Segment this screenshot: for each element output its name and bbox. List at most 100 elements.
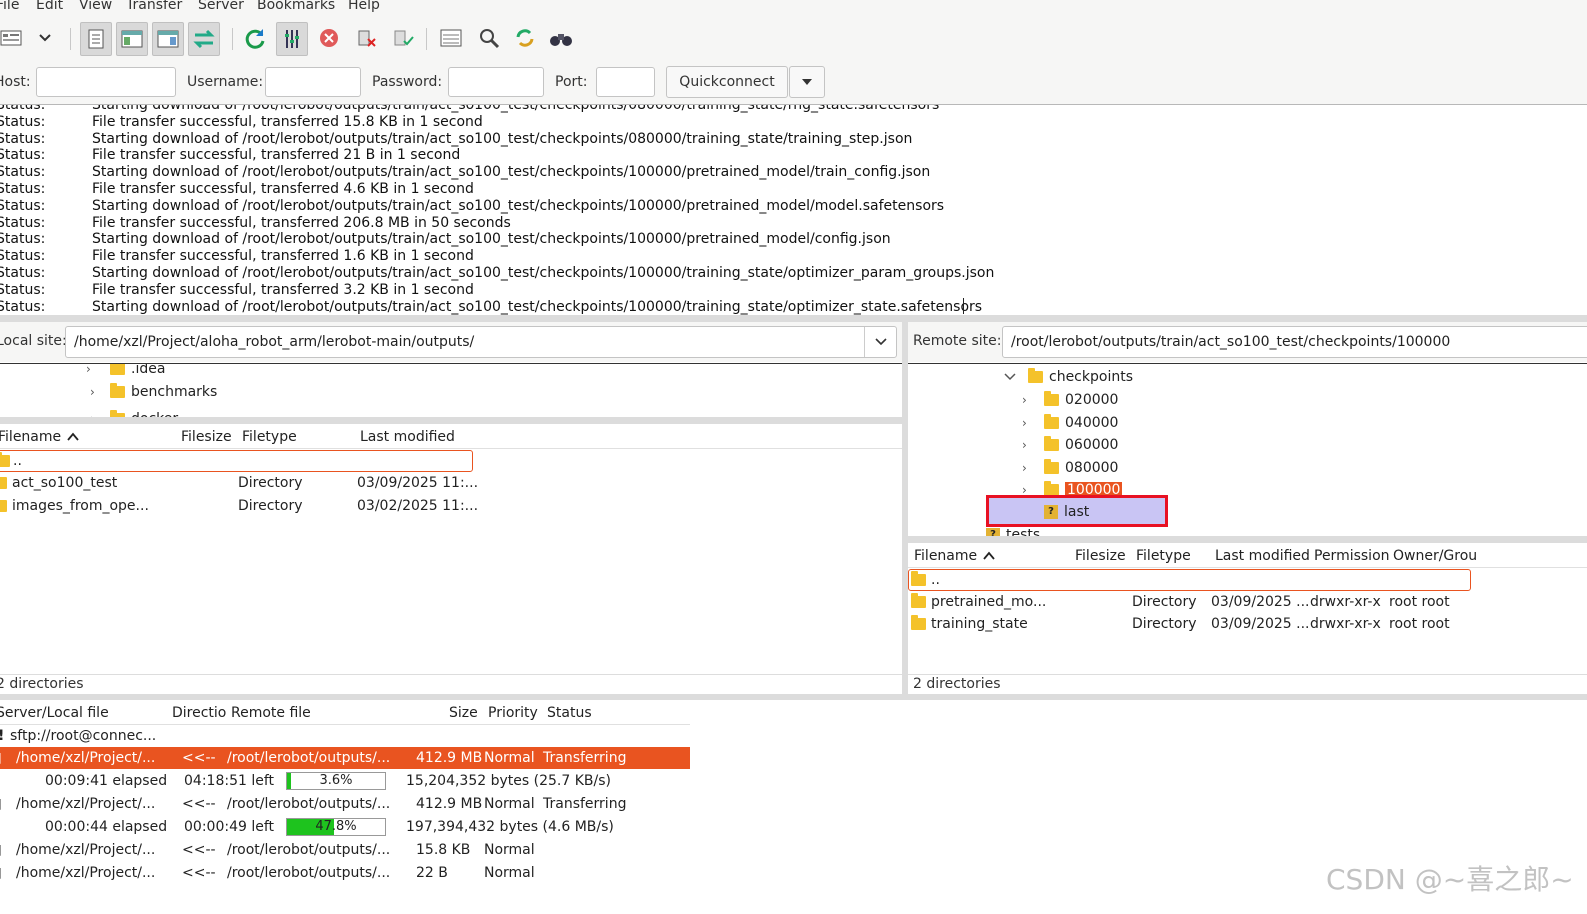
message-log[interactable]: Status: Starting download of /root/lerobo… <box>0 105 1587 315</box>
menu-bookmarks[interactable]: Bookmarks <box>257 0 335 13</box>
sort-ascending-icon <box>982 551 995 560</box>
search-icon[interactable] <box>474 22 504 54</box>
local-site-label: Local site: <box>0 333 67 349</box>
sort-ascending-icon <box>66 432 79 441</box>
log-type: Status: <box>0 181 46 197</box>
queue-server-row[interactable]: ! sftp://root@connec... <box>0 725 690 747</box>
port-input[interactable] <box>596 67 655 97</box>
list-item[interactable]: act_so100_test Directory 03/09/2025 11:.… <box>0 472 480 494</box>
log-message: File transfer successful, transferred 3.… <box>92 281 474 298</box>
log-type: Status: <box>0 105 46 113</box>
column-remote-file[interactable]: Remote file <box>231 702 311 724</box>
log-type: Status: <box>0 113 46 130</box>
chevron-down-icon[interactable] <box>30 22 60 54</box>
column-filesize[interactable]: Filesize <box>1075 545 1126 567</box>
column-filetype[interactable]: Filetype <box>242 426 297 448</box>
remote-file-list: .. pretrained_mo... Directory 03/09/2025… <box>908 568 1587 673</box>
column-status[interactable]: Status <box>547 702 592 724</box>
password-input[interactable] <box>448 67 544 97</box>
directory-listing-filter-icon[interactable] <box>436 22 466 54</box>
progress-fill <box>287 773 291 789</box>
log-type: Status: <box>0 281 46 298</box>
folder-icon <box>110 364 125 375</box>
username-input[interactable] <box>265 67 361 97</box>
column-filename[interactable]: Filename <box>0 426 80 448</box>
remote-tree-toggle-icon[interactable] <box>152 22 184 56</box>
process-queue-icon[interactable] <box>276 22 308 56</box>
local-tree-toggle-icon[interactable] <box>116 22 148 56</box>
compare-icon[interactable] <box>510 22 540 54</box>
server-icon: ! <box>0 725 4 747</box>
find-files-icon[interactable] <box>546 22 576 54</box>
column-priority[interactable]: Priority <box>488 702 538 724</box>
chevron-down-icon <box>1004 373 1016 381</box>
column-permission[interactable]: Permission <box>1314 545 1390 567</box>
chevron-right-icon: › <box>1022 393 1027 407</box>
tree-item-last[interactable]: ? last <box>1044 501 1089 523</box>
menu-transfer[interactable]: Transfer <box>126 0 182 13</box>
log-type: Status: <box>0 197 46 214</box>
list-item[interactable]: images_from_ope... Directory 03/02/2025 … <box>0 495 480 517</box>
column-size[interactable]: Size <box>449 702 478 724</box>
message-log-toggle-icon[interactable] <box>80 22 112 56</box>
column-direction[interactable]: Directio <box>172 702 226 724</box>
log-message: Starting download of /root/lerobot/outpu… <box>92 298 983 315</box>
column-owner-group[interactable]: Owner/Grou <box>1393 545 1477 567</box>
local-splitter[interactable] <box>0 417 902 424</box>
username-label: Username: <box>187 74 264 90</box>
local-file-list: .. act_so100_test Directory 03/09/2025 1… <box>0 449 902 673</box>
queue-item[interactable]: ▯/home/xzl/Project/...<<--/root/lerobot/… <box>0 793 690 815</box>
watermark: CSDN @~喜之郎~ <box>1326 863 1574 896</box>
folder-icon <box>1044 391 1059 406</box>
menu-edit[interactable]: Edit <box>36 0 63 13</box>
disconnect-icon[interactable] <box>352 22 382 54</box>
local-status-bar: 2 directories <box>0 674 902 695</box>
list-item[interactable]: .. <box>0 450 473 472</box>
remote-site-bar: Remote site: /root/lerobot/outputs/train… <box>908 322 1587 362</box>
menu-server[interactable]: Server <box>198 0 244 13</box>
remote-splitter[interactable] <box>908 536 1587 543</box>
log-type: Status: <box>0 231 46 248</box>
folder-icon <box>1028 368 1043 383</box>
quickconnect-history-button[interactable] <box>789 66 825 98</box>
queue-item[interactable]: ▯/home/xzl/Project/...<<--/root/lerobot/… <box>0 839 690 861</box>
menu-file[interactable]: File <box>0 0 19 13</box>
reconnect-icon[interactable] <box>388 22 418 54</box>
folder-icon <box>911 615 926 630</box>
log-message: File transfer successful, transferred 1.… <box>92 248 474 265</box>
menu-view[interactable]: View <box>79 0 112 13</box>
cancel-icon[interactable] <box>314 22 344 54</box>
transfer-queue-toggle-icon[interactable] <box>188 22 220 56</box>
queue-item[interactable]: ▯/home/xzl/Project/...<<--/root/lerobot/… <box>0 747 690 769</box>
menu-help[interactable]: Help <box>348 0 380 13</box>
remote-status-text: 2 directories <box>913 676 1001 692</box>
remote-path-input[interactable]: /root/lerobot/outputs/train/act_so100_te… <box>1002 326 1587 358</box>
column-last-modified[interactable]: Last modified <box>1215 545 1310 567</box>
log-message: Starting download of /root/lerobot/outpu… <box>92 231 891 248</box>
local-path-dropdown[interactable] <box>864 327 897 357</box>
site-manager-icon[interactable] <box>0 22 26 54</box>
list-item[interactable]: pretrained_mo... Directory 03/09/2025 ..… <box>908 591 1508 613</box>
host-label: Host: <box>0 74 31 90</box>
column-filename[interactable]: Filename <box>914 545 996 567</box>
column-server-local-file[interactable]: Server/Local file <box>0 702 109 724</box>
local-path-input[interactable]: /home/xzl/Project/aloha_robot_arm/lerobo… <box>65 326 897 358</box>
refresh-icon[interactable] <box>240 22 270 54</box>
queue-item[interactable]: ▯/home/xzl/Project/...<<--/root/lerobot/… <box>0 862 690 884</box>
list-item[interactable]: .. <box>908 569 1471 591</box>
column-filesize[interactable]: Filesize <box>181 426 232 448</box>
column-filetype[interactable]: Filetype <box>1136 545 1191 567</box>
quickconnect-bar: Host: Username: Password: Port: Quickcon… <box>0 62 1587 105</box>
log-message: Starting download of /root/lerobot/outpu… <box>92 130 913 147</box>
log-type: Status: <box>0 248 46 265</box>
toolbar-separator <box>426 28 427 50</box>
column-last-modified[interactable]: Last modified <box>360 426 455 448</box>
log-type: Status: <box>0 214 46 231</box>
list-item[interactable]: training_state Directory 03/09/2025 ... … <box>908 613 1508 635</box>
host-input[interactable] <box>36 67 176 97</box>
log-type: Status: <box>0 164 46 181</box>
log-type: Status: <box>0 298 46 315</box>
quickconnect-button[interactable]: Quickconnect <box>666 66 788 98</box>
log-splitter[interactable] <box>0 315 1587 322</box>
folder-icon <box>1044 458 1059 474</box>
